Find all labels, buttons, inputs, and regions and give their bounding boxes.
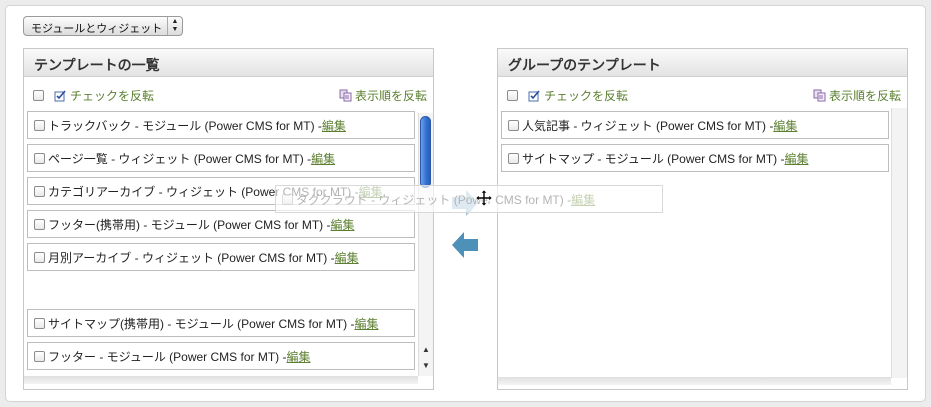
template-list-item[interactable]: トラックバック - モジュール (Power CMS for MT) - 編集: [27, 111, 415, 139]
group-template-list: 人気記事 - ウィジェット (Power CMS for MT) - 編集 サイ…: [501, 111, 889, 375]
group-list-item[interactable]: 人気記事 - ウィジェット (Power CMS for MT) - 編集: [501, 111, 889, 139]
right-reverse-order-link[interactable]: 表示順を反転: [813, 87, 901, 104]
item-label: 人気記事 - ウィジェット (Power CMS for MT) -: [522, 118, 774, 133]
dragging-item[interactable]: タグクラウド - ウィジェット (Power CMS for MT) - 編集: [275, 185, 663, 213]
move-left-arrow-icon[interactable]: [450, 230, 480, 260]
template-list: トラックバック - モジュール (Power CMS for MT) - 編集 …: [27, 111, 416, 375]
edit-link[interactable]: 編集: [331, 216, 355, 233]
item-label: フッター(携帯用) - モジュール (Power CMS for MT) -: [48, 217, 331, 232]
right-list-bottom-shade: [498, 377, 891, 385]
right-invert-check-label: チェックを反転: [544, 89, 629, 103]
left-reverse-order-label: 表示順を反転: [354, 89, 427, 103]
left-select-all-checkbox[interactable]: [33, 90, 44, 101]
type-select-value: モジュールとウィジェット: [31, 23, 163, 35]
item-label: サイトマップ - モジュール (Power CMS for MT) -: [522, 151, 785, 166]
item-checkbox[interactable]: [508, 119, 519, 131]
template-list-item[interactable]: サイトマップ(携帯用) - モジュール (Power CMS for MT) -…: [27, 309, 415, 337]
type-select[interactable]: モジュールとウィジェット ▲ ▼: [23, 16, 183, 36]
reverse-order-icon: [813, 89, 826, 102]
left-invert-check-link[interactable]: チェックを反転: [54, 87, 154, 104]
left-toolbar: チェックを反転 表示順を反転: [24, 77, 433, 105]
template-list-panel: テンプレートの一覧 チェックを反転 表示順を反転 トラックバック - モジュール…: [23, 48, 434, 390]
edit-link[interactable]: 編集: [322, 117, 346, 134]
left-reverse-order-link[interactable]: 表示順を反転: [339, 87, 427, 104]
template-list-item[interactable]: フッター - モジュール (Power CMS for MT) - 編集: [27, 342, 415, 370]
dragging-item-label: タグクラウド - ウィジェット (Power CMS for MT) -: [296, 192, 572, 207]
select-arrows-icon: ▲ ▼: [167, 17, 182, 35]
right-invert-check-link[interactable]: チェックを反転: [528, 87, 628, 104]
scroll-down-icon[interactable]: ▼: [420, 361, 432, 370]
edit-link[interactable]: 編集: [311, 150, 335, 167]
template-list-item[interactable]: フッター(携帯用) - モジュール (Power CMS for MT) - 編…: [27, 210, 415, 238]
item-checkbox[interactable]: [34, 185, 45, 197]
edit-link[interactable]: 編集: [355, 315, 379, 332]
group-template-title: グループのテンプレート: [498, 49, 907, 77]
edit-link[interactable]: 編集: [335, 249, 359, 266]
item-label: ページ一覧 - ウィジェット (Power CMS for MT) -: [48, 151, 312, 166]
scroll-thumb[interactable]: [420, 116, 431, 188]
item-checkbox[interactable]: [34, 317, 45, 329]
scroll-up-icon[interactable]: ▲: [420, 345, 432, 354]
right-select-all-checkbox[interactable]: [507, 90, 518, 101]
left-scrollbar[interactable]: ▲ ▼: [418, 113, 433, 376]
check-invert-icon: [528, 90, 540, 102]
item-checkbox[interactable]: [34, 350, 45, 362]
reverse-order-icon: [339, 89, 352, 102]
template-list-item[interactable]: 月別アーカイブ - ウィジェット (Power CMS for MT) - 編集: [27, 243, 415, 271]
left-invert-check-label: チェックを反転: [70, 89, 155, 103]
dragging-item-edit: 編集: [571, 192, 596, 207]
edit-link[interactable]: 編集: [773, 117, 797, 134]
check-invert-icon: [54, 90, 66, 102]
item-checkbox: [282, 193, 293, 205]
right-list-gutter: [891, 108, 907, 378]
item-label: サイトマップ(携帯用) - モジュール (Power CMS for MT) -: [48, 316, 355, 331]
item-checkbox[interactable]: [34, 119, 45, 131]
item-label: 月別アーカイブ - ウィジェット (Power CMS for MT) -: [48, 250, 335, 265]
right-reverse-order-label: 表示順を反転: [828, 89, 901, 103]
group-template-panel: グループのテンプレート チェックを反転 表示順を反転 人気記事 - ウィジェット…: [497, 48, 908, 390]
item-checkbox[interactable]: [34, 218, 45, 230]
edit-link[interactable]: 編集: [287, 348, 311, 365]
template-list-item[interactable]: ページ一覧 - ウィジェット (Power CMS for MT) - 編集: [27, 144, 415, 172]
template-list-title: テンプレートの一覧: [24, 49, 433, 77]
item-checkbox[interactable]: [34, 152, 45, 164]
item-label: フッター - モジュール (Power CMS for MT) -: [48, 349, 287, 364]
item-checkbox[interactable]: [508, 152, 519, 164]
item-checkbox[interactable]: [34, 251, 45, 263]
item-label: トラックバック - モジュール (Power CMS for MT) -: [48, 118, 322, 133]
group-list-item[interactable]: サイトマップ - モジュール (Power CMS for MT) - 編集: [501, 144, 889, 172]
left-list-bottom-shade: [24, 376, 418, 384]
move-cursor-icon: [476, 190, 492, 206]
right-toolbar: チェックを反転 表示順を反転: [498, 77, 907, 105]
edit-link[interactable]: 編集: [785, 150, 809, 167]
